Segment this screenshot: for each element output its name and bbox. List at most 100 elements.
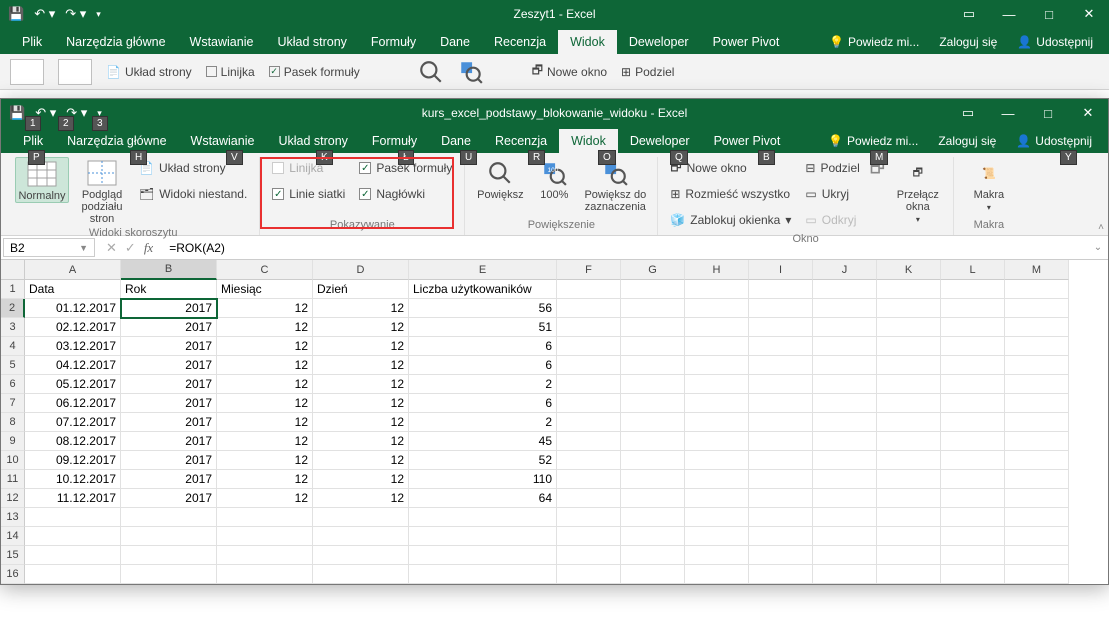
tab-file[interactable]: Plik (10, 30, 54, 54)
cell-E4[interactable]: 6 (409, 337, 557, 356)
cell-K1[interactable] (877, 280, 941, 299)
minimize-icon[interactable]: — (988, 99, 1028, 127)
cell-B7[interactable]: 2017 (121, 394, 217, 413)
cell-B14[interactable] (121, 527, 217, 546)
formulabar-checkbox[interactable]: ✓Pasek formuły (355, 157, 456, 179)
cell-L4[interactable] (941, 337, 1005, 356)
pagebreak-preview-button[interactable]: Podgląd podziału stron (75, 157, 129, 225)
hide-button[interactable]: ▭ Ukryj (801, 183, 863, 205)
cell-M14[interactable] (1005, 527, 1069, 546)
cell-K12[interactable] (877, 489, 941, 508)
cell-G3[interactable] (621, 318, 685, 337)
pagebreak-view-icon[interactable] (58, 59, 92, 85)
cell-H15[interactable] (685, 546, 749, 565)
cell-D5[interactable]: 12 (313, 356, 409, 375)
cell-E10[interactable]: 52 (409, 451, 557, 470)
cell-B9[interactable]: 2017 (121, 432, 217, 451)
cell-C9[interactable]: 12 (217, 432, 313, 451)
cell-F11[interactable] (557, 470, 621, 489)
cell-C16[interactable] (217, 565, 313, 584)
new-window-btn[interactable]: 🗗 Nowe okno (532, 61, 607, 82)
cell-F4[interactable] (557, 337, 621, 356)
fx-icon[interactable]: fx (144, 240, 153, 256)
cell-B12[interactable]: 2017 (121, 489, 217, 508)
cell-K2[interactable] (877, 299, 941, 318)
col-header-I[interactable]: I (749, 260, 813, 280)
cell-B11[interactable]: 2017 (121, 470, 217, 489)
tab-data[interactable]: Dane (428, 30, 482, 54)
cell-H12[interactable] (685, 489, 749, 508)
cell-B15[interactable] (121, 546, 217, 565)
cell-L6[interactable] (941, 375, 1005, 394)
cell-E14[interactable] (409, 527, 557, 546)
close-icon[interactable]: ✕ (1069, 0, 1109, 28)
collapse-ribbon-icon[interactable]: ˄ (1098, 222, 1104, 233)
cell-C6[interactable]: 12 (217, 375, 313, 394)
maximize-icon[interactable]: □ (1028, 99, 1068, 127)
cell-F15[interactable] (557, 546, 621, 565)
cell-M2[interactable] (1005, 299, 1069, 318)
tab-review[interactable]: Recenzja (483, 129, 559, 153)
cell-K13[interactable] (877, 508, 941, 527)
cell-H5[interactable] (685, 356, 749, 375)
cell-M3[interactable] (1005, 318, 1069, 337)
cell-H7[interactable] (685, 394, 749, 413)
cell-B13[interactable] (121, 508, 217, 527)
tab-file[interactable]: Plik (11, 129, 55, 153)
cell-M4[interactable] (1005, 337, 1069, 356)
cell-K6[interactable] (877, 375, 941, 394)
cell-J16[interactable] (813, 565, 877, 584)
enter-icon[interactable]: ✓ (125, 240, 136, 256)
cell-D9[interactable]: 12 (313, 432, 409, 451)
cell-G7[interactable] (621, 394, 685, 413)
cell-E7[interactable]: 6 (409, 394, 557, 413)
cell-J9[interactable] (813, 432, 877, 451)
save-icon[interactable]: 💾 (8, 6, 24, 22)
cell-H6[interactable] (685, 375, 749, 394)
tab-powerpivot[interactable]: Power Pivot (701, 30, 792, 54)
row-header-13[interactable]: 13 (1, 508, 25, 527)
split-btn[interactable]: ⊞ Podziel (621, 65, 674, 79)
cell-I3[interactable] (749, 318, 813, 337)
tab-formulas[interactable]: Formuły (360, 129, 429, 153)
cell-E12[interactable]: 64 (409, 489, 557, 508)
row-header-7[interactable]: 7 (1, 394, 25, 413)
tab-developer[interactable]: Deweloper (618, 129, 702, 153)
cell-G8[interactable] (621, 413, 685, 432)
cell-A14[interactable] (25, 527, 121, 546)
custom-views-button[interactable]: 🗂 Widoki niestand. (135, 183, 251, 205)
cell-H9[interactable] (685, 432, 749, 451)
undo-icon[interactable]: ↶ ▾ (34, 6, 55, 22)
cell-C12[interactable]: 12 (217, 489, 313, 508)
cell-C4[interactable]: 12 (217, 337, 313, 356)
cell-F7[interactable] (557, 394, 621, 413)
cell-A2[interactable]: 01.12.2017 (25, 299, 121, 318)
cell-C1[interactable]: Miesiąc (217, 280, 313, 299)
cell-J15[interactable] (813, 546, 877, 565)
col-header-E[interactable]: E (409, 260, 557, 280)
tab-data[interactable]: Dane (429, 129, 483, 153)
cell-B1[interactable]: Rok (121, 280, 217, 299)
col-header-G[interactable]: G (621, 260, 685, 280)
cell-G13[interactable] (621, 508, 685, 527)
zoom-icon[interactable] (418, 59, 444, 85)
cell-D7[interactable]: 12 (313, 394, 409, 413)
cell-G11[interactable] (621, 470, 685, 489)
cell-G15[interactable] (621, 546, 685, 565)
cell-A8[interactable]: 07.12.2017 (25, 413, 121, 432)
col-header-C[interactable]: C (217, 260, 313, 280)
cell-L13[interactable] (941, 508, 1005, 527)
tab-powerpivot[interactable]: Power Pivot (702, 129, 793, 153)
col-header-L[interactable]: L (941, 260, 1005, 280)
tellme[interactable]: 💡 Powiedz mi... (819, 30, 929, 54)
row-header-5[interactable]: 5 (1, 356, 25, 375)
tab-home[interactable]: Narzędzia główne (55, 129, 178, 153)
normal-view-button[interactable]: Normalny (15, 157, 69, 203)
cell-F5[interactable] (557, 356, 621, 375)
cell-M13[interactable] (1005, 508, 1069, 527)
cell-L7[interactable] (941, 394, 1005, 413)
cell-K14[interactable] (877, 527, 941, 546)
gridlines-checkbox[interactable]: ✓Linie siatki (268, 183, 349, 205)
tab-view[interactable]: Widok (559, 129, 618, 153)
cell-F12[interactable] (557, 489, 621, 508)
